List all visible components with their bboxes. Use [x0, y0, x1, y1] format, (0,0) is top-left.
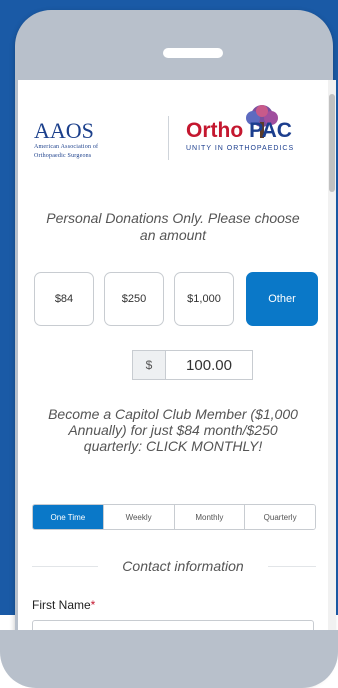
frequency-tab-weekly[interactable]: Weekly: [103, 505, 175, 529]
amount-option-1000[interactable]: $1,000: [174, 272, 234, 326]
phone-screen: AAOS American Association of Orthopaedic…: [18, 80, 336, 640]
amount-option-250[interactable]: $250: [104, 272, 164, 326]
donation-prompt: Personal Donations Only. Please choose a…: [46, 210, 300, 243]
divider-right: [268, 566, 316, 567]
required-marker: *: [90, 598, 96, 612]
orthopac-logo: Ortho PAC UNITY IN ORTHOPAEDICS: [186, 105, 326, 152]
aaos-logo-text: AAOS: [34, 118, 94, 143]
orthopac-ortho-text: Ortho: [186, 119, 244, 142]
first-name-label: First Name*: [32, 598, 95, 612]
phone-speaker: [163, 48, 223, 58]
logo-header: AAOS American Association of Orthopaedic…: [18, 105, 328, 168]
frequency-selector: One Time Weekly Monthly Quarterly: [32, 504, 316, 530]
contact-section-heading: Contact information: [32, 556, 316, 576]
aaos-logo: AAOS American Association of Orthopaedic…: [34, 120, 98, 160]
amount-option-other[interactable]: Other: [246, 272, 318, 326]
contact-heading-text: Contact information: [122, 558, 244, 574]
scrollbar[interactable]: [328, 80, 336, 640]
amount-options: $84 $250 $1,000 Other: [34, 272, 324, 328]
aaos-subtitle-line2: Orthopaedic Surgeons: [34, 153, 92, 159]
orthopac-wordmark: Ortho PAC: [186, 120, 326, 142]
divider-left: [32, 566, 98, 567]
frequency-tab-monthly[interactable]: Monthly: [174, 505, 246, 529]
donation-form: AAOS American Association of Orthopaedic…: [18, 80, 336, 640]
orthopac-tagline: UNITY IN ORTHOPAEDICS: [186, 145, 295, 152]
currency-symbol: $: [132, 350, 166, 380]
amount-option-84[interactable]: $84: [34, 272, 94, 326]
phone-bottom-bezel: [0, 630, 338, 688]
capitol-club-message: Become a Capitol Club Member ($1,000 Ann…: [48, 406, 298, 454]
frequency-tab-quarterly[interactable]: Quarterly: [245, 505, 315, 529]
orthopac-pac-text: PAC: [249, 119, 292, 142]
amount-input[interactable]: 100.00: [165, 350, 253, 380]
aaos-subtitle-line1: American Association of: [34, 144, 99, 150]
frequency-tab-one-time[interactable]: One Time: [33, 505, 104, 529]
first-name-label-text: First Name: [32, 598, 91, 612]
logo-divider: [168, 116, 169, 160]
custom-amount-group: $ 100.00: [132, 350, 254, 380]
scrollbar-thumb[interactable]: [329, 94, 335, 192]
